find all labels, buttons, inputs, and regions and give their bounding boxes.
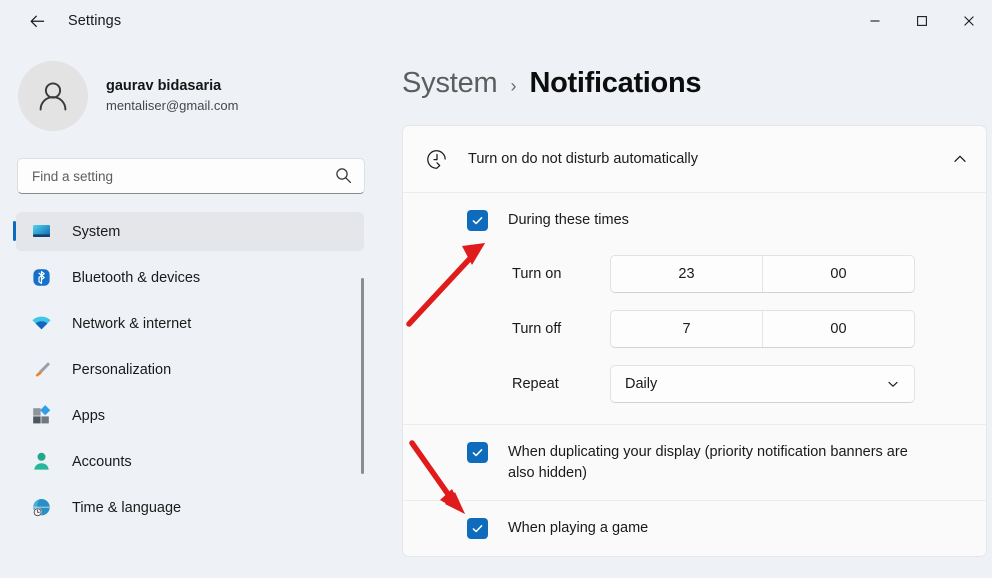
during-these-times-checkbox[interactable] <box>467 210 488 231</box>
during-these-times-row[interactable]: During these times <box>403 193 986 231</box>
sidebar-scrollbar[interactable] <box>361 278 364 474</box>
close-icon <box>963 16 974 26</box>
clock-history-icon <box>423 147 449 172</box>
checkmark-icon <box>472 525 483 533</box>
card-body: During these times Turn on 23 00 Turn of… <box>403 193 986 557</box>
maximize-button[interactable] <box>898 0 945 42</box>
profile-text: gaurav bidasaria mentaliser@gmail.com <box>106 77 238 114</box>
sidebar-item-label: Personalization <box>72 361 172 378</box>
person-avatar-icon <box>39 82 67 111</box>
during-these-times-label: During these times <box>508 212 629 228</box>
profile-section[interactable]: gaurav bidasaria mentaliser@gmail.com <box>18 61 380 131</box>
sidebar-item-label: System <box>72 223 121 240</box>
checkmark-icon <box>472 217 483 225</box>
playing-game-row[interactable]: When playing a game <box>403 501 986 540</box>
turn-on-minute-field[interactable]: 00 <box>762 256 914 292</box>
sidebar: gaurav bidasaria mentaliser@gmail.com Fi… <box>0 42 380 578</box>
card-header-expander[interactable]: Turn on do not disturb automatically <box>403 126 986 192</box>
window-controls <box>851 0 992 42</box>
minimize-button[interactable] <box>851 0 898 42</box>
sidebar-item-system[interactable]: System <box>13 212 364 251</box>
avatar <box>18 61 88 131</box>
selection-indicator <box>13 221 16 241</box>
page-title: Notifications <box>529 67 702 99</box>
back-arrow-icon <box>30 15 44 27</box>
chevron-up-icon[interactable] <box>952 151 968 167</box>
back-button[interactable] <box>20 6 54 36</box>
turn-on-label: Turn on <box>512 266 562 282</box>
breadcrumb: System › Notifications <box>402 67 992 100</box>
duplicating-display-block: When duplicating your display (priority … <box>403 425 986 500</box>
sidebar-item-accounts[interactable]: Accounts <box>16 442 364 481</box>
sidebar-item-personalization[interactable]: Personalization <box>16 350 364 389</box>
schedule-rows: Turn on 23 00 Turn off 7 00 Repeat Daily <box>403 231 986 424</box>
wifi-icon <box>30 313 52 335</box>
turn-on-time-fields: 23 00 <box>610 255 915 293</box>
sidebar-item-apps[interactable]: Apps <box>16 396 364 435</box>
bluetooth-icon <box>30 267 52 289</box>
sidebar-item-label: Time & language <box>72 499 182 516</box>
sidebar-item-label: Bluetooth & devices <box>72 269 201 286</box>
sidebar-item-bluetooth-devices[interactable]: Bluetooth & devices <box>16 258 364 297</box>
search-input[interactable] <box>17 158 365 194</box>
chevron-down-icon <box>888 381 898 387</box>
repeat-selected-value: Daily <box>625 376 658 392</box>
checkmark-icon <box>472 449 483 457</box>
turn-off-time-fields: 7 00 <box>610 310 915 348</box>
playing-game-checkbox[interactable] <box>467 518 488 540</box>
turn-off-hour-field[interactable]: 7 <box>611 311 762 347</box>
sidebar-item-label: Apps <box>72 407 106 424</box>
minimize-icon <box>870 20 879 22</box>
paintbrush-icon <box>30 359 52 381</box>
sidebar-item-label: Accounts <box>72 453 132 470</box>
turn-on-row: Turn on 23 00 <box>403 252 986 296</box>
do-not-disturb-card: Turn on do not disturb automatically Dur… <box>402 125 987 558</box>
sidebar-item-label: Network & internet <box>72 315 192 332</box>
search-container <box>17 158 365 194</box>
sidebar-item-network-internet[interactable]: Network & internet <box>16 304 364 343</box>
repeat-row: Repeat Daily <box>403 362 986 406</box>
maximize-icon <box>916 16 927 26</box>
app-title: Settings <box>68 13 122 29</box>
profile-name: gaurav bidasaria <box>106 78 222 95</box>
repeat-label: Repeat <box>512 376 559 392</box>
monitor-icon <box>30 221 52 243</box>
globe-clock-icon <box>30 497 52 519</box>
duplicating-display-checkbox[interactable] <box>467 442 488 463</box>
settings-window: Settings gaurav bidasaria mentaliser@gma… <box>0 0 992 578</box>
turn-off-label: Turn off <box>512 321 562 337</box>
person-icon <box>30 451 52 473</box>
profile-email: mentaliser@gmail.com <box>106 98 239 113</box>
apps-grid-icon <box>30 405 52 427</box>
turn-off-minute-field[interactable]: 00 <box>762 311 914 347</box>
turn-on-hour-field[interactable]: 23 <box>611 256 762 292</box>
sidebar-item-time-language[interactable]: Time & language <box>16 488 364 527</box>
playing-game-label: When playing a game <box>508 520 649 537</box>
repeat-select[interactable]: Daily <box>610 365 915 403</box>
duplicating-display-row[interactable]: When duplicating your display (priority … <box>403 425 986 483</box>
breadcrumb-separator: › <box>510 76 517 96</box>
duplicating-display-label: When duplicating your display (priority … <box>508 444 908 481</box>
title-bar: Settings <box>0 0 992 42</box>
close-button[interactable] <box>945 0 992 42</box>
card-header-title: Turn on do not disturb automatically <box>468 151 698 167</box>
breadcrumb-parent[interactable]: System <box>402 67 498 100</box>
playing-game-block: When playing a game <box>403 501 986 556</box>
sidebar-nav: System Bluetooth & devices Network & int… <box>0 212 380 527</box>
turn-off-row: Turn off 7 00 <box>403 307 986 351</box>
main-content: System › Notifications Turn on do not di… <box>380 42 992 578</box>
